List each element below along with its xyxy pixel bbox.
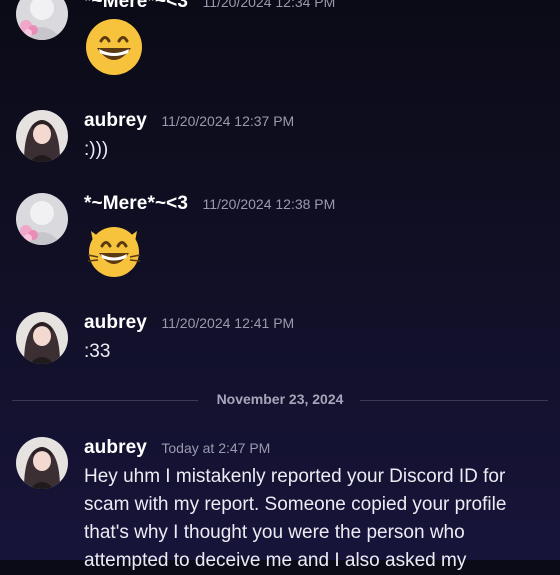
username[interactable]: *~Mere*~<3 [84,0,188,12]
username[interactable]: aubrey [84,110,147,131]
divider-line-right [360,400,548,401]
grinning-cat-face-emoji-icon[interactable] [84,219,144,279]
timestamp: Today at 2:47 PM [161,440,271,456]
message-content: :33 [84,341,111,362]
timestamp: 11/20/2024 12:37 PM [161,113,295,129]
avatar-aubrey[interactable] [16,437,68,489]
avatar-mere[interactable] [16,0,68,40]
grinning-face-emoji-icon[interactable] [84,17,144,77]
avatar-aubrey[interactable] [16,110,68,162]
timestamp: 11/20/2024 12:38 PM [202,196,336,212]
avatar-mere[interactable] [16,193,68,245]
timestamp: 11/20/2024 12:41 PM [161,315,295,331]
avatar-aubrey[interactable] [16,312,68,364]
chat-message-list[interactable]: *~Mere*~<3 11/20/2024 12:34 PM aubrey 11… [0,0,560,571]
username[interactable]: aubrey [84,437,147,458]
message-content: :))) [84,139,109,160]
message-content: Hey uhm I mistakenly reported your Disco… [84,466,507,571]
timestamp: 11/20/2024 12:34 PM [202,0,336,10]
username[interactable]: *~Mere*~<3 [84,193,188,214]
date-divider: November 23, 2024 [12,390,548,410]
username[interactable]: aubrey [84,312,147,333]
date-divider-label: November 23, 2024 [216,391,344,407]
